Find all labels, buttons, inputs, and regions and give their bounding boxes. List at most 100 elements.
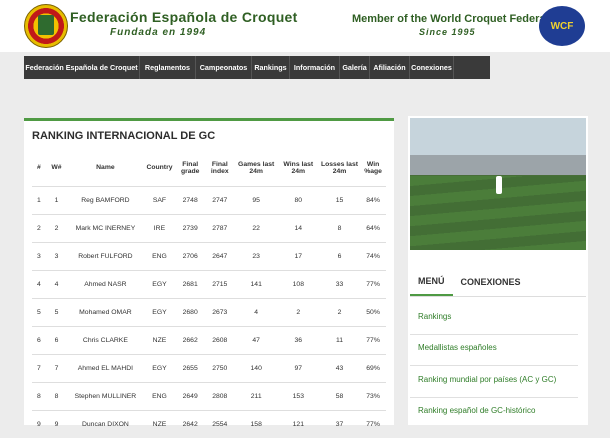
table-cell: 5: [46, 299, 68, 327]
header-country: Country: [144, 149, 176, 187]
table-cell: 1: [32, 187, 46, 215]
menu-divider: [410, 334, 578, 335]
table-cell: 1: [46, 187, 68, 215]
menu-item-medallistas[interactable]: Medallistas españoles: [418, 343, 497, 352]
table-cell: 77%: [360, 327, 386, 355]
table-cell: 14: [278, 215, 319, 243]
table-cell: 84%: [360, 187, 386, 215]
table-cell: 74%: [360, 243, 386, 271]
table-cell: 2715: [205, 271, 235, 299]
table-cell: 141: [235, 271, 278, 299]
table-cell: 50%: [360, 299, 386, 327]
table-cell: 2647: [205, 243, 235, 271]
table-cell: 2673: [205, 299, 235, 327]
table-cell: 211: [235, 383, 278, 411]
table-cell: 6: [32, 327, 46, 355]
table-cell: 5: [32, 299, 46, 327]
table-cell: SAF: [144, 187, 176, 215]
menu-item-ranking-espanol[interactable]: Ranking español de GC-histórico: [418, 406, 535, 415]
table-cell: 73%: [360, 383, 386, 411]
menu-item-ranking-mundial[interactable]: Ranking mundial por países (AC y GC): [418, 375, 556, 384]
table-cell: 2748: [175, 187, 205, 215]
tab-menu[interactable]: MENÚ: [410, 268, 453, 296]
federation-logo[interactable]: [24, 4, 68, 48]
table-cell: EGY: [144, 271, 176, 299]
table-cell: 77%: [360, 271, 386, 299]
table-cell: 140: [235, 355, 278, 383]
table-cell: Stephen MULLINER: [67, 383, 143, 411]
header-wins-last-24m: Wins last 24m: [278, 149, 319, 187]
table-row: 44Ahmed NASREGY268127151411083377%: [32, 271, 386, 299]
header-final-index: Final index: [205, 149, 235, 187]
table-cell: 58: [319, 383, 360, 411]
table-cell: Duncan DIXON: [67, 411, 143, 438]
table-cell: 2680: [175, 299, 205, 327]
table-row: 66Chris CLARKENZE2662260847361177%: [32, 327, 386, 355]
table-cell: 2608: [205, 327, 235, 355]
nav-afiliacion[interactable]: Afiliación: [370, 56, 410, 79]
table-cell: 3: [32, 243, 46, 271]
table-cell: 7: [46, 355, 68, 383]
nav-conexiones[interactable]: Conexiones: [410, 56, 454, 79]
table-cell: 64%: [360, 215, 386, 243]
table-cell: 4: [46, 271, 68, 299]
ranking-table: # W# Name Country Final grade Final inde…: [32, 149, 386, 438]
table-cell: EGY: [144, 299, 176, 327]
table-cell: 2747: [205, 187, 235, 215]
table-cell: 95: [235, 187, 278, 215]
nav-campeonatos[interactable]: Campeonatos: [196, 56, 252, 79]
table-cell: Ahmed EL MAHDI: [67, 355, 143, 383]
table-cell: 22: [235, 215, 278, 243]
table-cell: 2: [278, 299, 319, 327]
table-row: 77Ahmed EL MAHDIEGY26552750140974369%: [32, 355, 386, 383]
ranking-panel: RANKING INTERNACIONAL DE GC # W# Name Co…: [24, 118, 394, 425]
table-cell: 153: [278, 383, 319, 411]
menu-divider: [410, 365, 578, 366]
table-cell: 2681: [175, 271, 205, 299]
table-cell: 69%: [360, 355, 386, 383]
ranking-title: RANKING INTERNACIONAL DE GC: [32, 130, 215, 142]
menu-item-rankings[interactable]: Rankings: [418, 312, 451, 321]
table-cell: 97: [278, 355, 319, 383]
table-cell: 43: [319, 355, 360, 383]
table-cell: 121: [278, 411, 319, 438]
header-games-last-24m: Games last 24m: [235, 149, 278, 187]
table-cell: 2655: [175, 355, 205, 383]
federation-title: Federación Española de Croquet: [70, 9, 298, 25]
table-cell: IRE: [144, 215, 176, 243]
nav-galeria[interactable]: Galería: [340, 56, 370, 79]
table-cell: ENG: [144, 383, 176, 411]
player-figure: [496, 176, 502, 194]
table-cell: Ahmed NASR: [67, 271, 143, 299]
nav-federacion[interactable]: Federación Española de Croquet: [24, 56, 140, 79]
wcf-logo[interactable]: WCF: [539, 6, 585, 46]
nav-rankings[interactable]: Rankings: [252, 56, 290, 79]
table-cell: 6: [319, 243, 360, 271]
sidebar-tabs: MENÚ CONEXIONES: [410, 268, 586, 297]
table-header-row: # W# Name Country Final grade Final inde…: [32, 149, 386, 187]
table-row: 33Robert FULFORDENG270626472317674%: [32, 243, 386, 271]
table-cell: 8: [319, 215, 360, 243]
table-cell: Chris CLARKE: [67, 327, 143, 355]
table-cell: 2: [32, 215, 46, 243]
table-row: 88Stephen MULLINERENG264928082111535873%: [32, 383, 386, 411]
table-cell: Mohamed OMAR: [67, 299, 143, 327]
table-cell: Robert FULFORD: [67, 243, 143, 271]
table-cell: 4: [235, 299, 278, 327]
table-cell: 2642: [175, 411, 205, 438]
table-cell: 2750: [205, 355, 235, 383]
table-row: 11Reg BAMFORDSAF2748274795801584%: [32, 187, 386, 215]
nav-informacion[interactable]: Información: [290, 56, 340, 79]
site-header: Federación Española de Croquet Fundada e…: [0, 0, 610, 52]
header-win-percentage: Win %age: [360, 149, 386, 187]
main-navigation: Federación Española de Croquet Reglament…: [24, 56, 490, 79]
table-cell: 9: [46, 411, 68, 438]
table-cell: 15: [319, 187, 360, 215]
table-cell: 2: [46, 215, 68, 243]
table-cell: 2649: [175, 383, 205, 411]
nav-reglamentos[interactable]: Reglamentos: [140, 56, 196, 79]
tab-conexiones[interactable]: CONEXIONES: [453, 268, 529, 296]
wcf-membership-title: Member of the World Croquet Federation: [352, 13, 566, 25]
table-cell: Mark MC INERNEY: [67, 215, 143, 243]
table-cell: EGY: [144, 355, 176, 383]
